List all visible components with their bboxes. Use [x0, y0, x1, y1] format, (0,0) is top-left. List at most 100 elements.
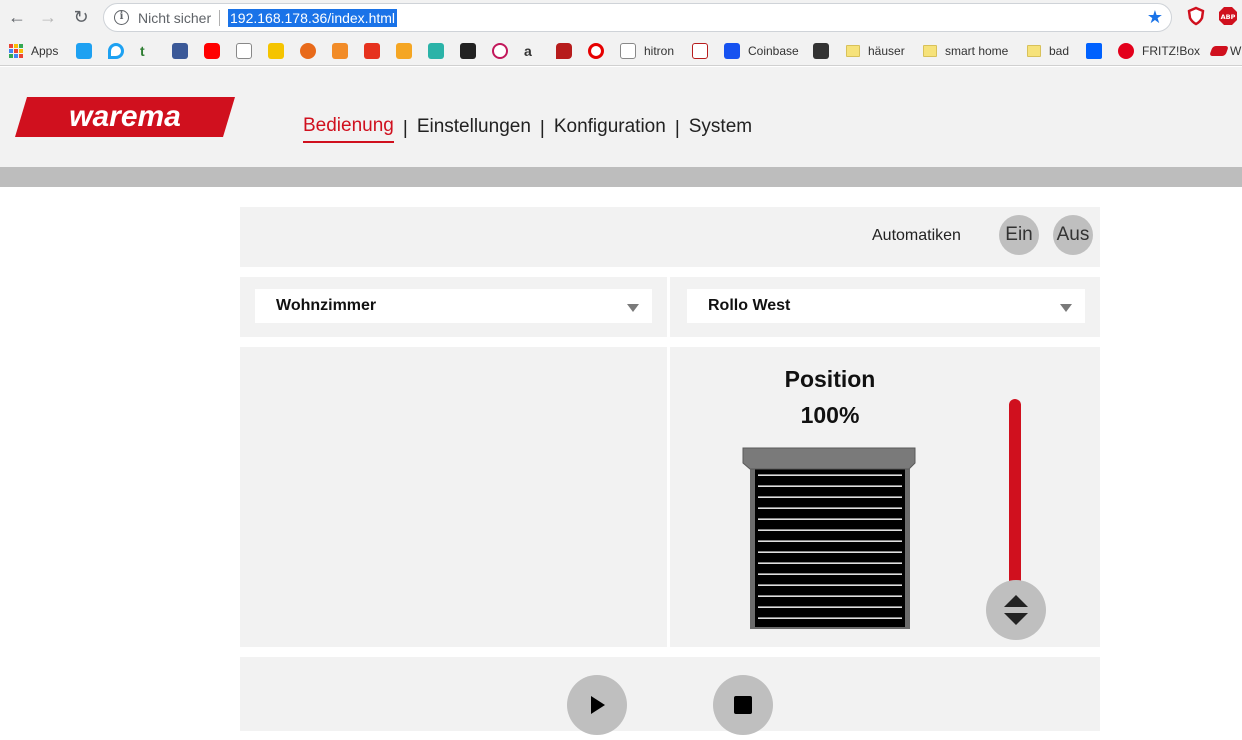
stop-icon [734, 696, 752, 714]
youtube-icon [204, 43, 220, 59]
svg-text:ABP: ABP [1221, 13, 1236, 21]
bookmark-icon-4[interactable] [172, 41, 188, 61]
bookmark-label: W [1230, 44, 1242, 58]
nav-system[interactable]: System [689, 116, 752, 142]
k-circle-icon [492, 43, 508, 59]
left-empty-panel [240, 347, 667, 647]
coinbase-icon [724, 43, 740, 59]
folder-icon [1027, 45, 1041, 57]
bookmark-icon-16[interactable] [556, 41, 572, 61]
automatics-label: Automatiken [872, 227, 961, 244]
bookmark-hitron[interactable]: hitron [620, 41, 674, 61]
main-nav: Bedienung | Einstellungen | Konfiguratio… [303, 115, 752, 143]
bookmark-icon-1[interactable] [76, 41, 92, 61]
automatics-on-button[interactable]: Ein [999, 215, 1039, 255]
info-icon[interactable]: i [114, 10, 129, 25]
shutter-slat-line [758, 529, 902, 531]
shop-icon [460, 43, 476, 59]
adblock-extension-icon[interactable]: ABP [1218, 6, 1238, 26]
page-header: warema Bedienung | Einstellungen | Konfi… [0, 67, 1242, 167]
bookmark-icon-14[interactable] [492, 41, 508, 61]
header-divider [0, 167, 1242, 187]
nav-separator: | [674, 118, 680, 139]
orange-e-icon [332, 43, 348, 59]
bookmark-icon-20[interactable] [1086, 41, 1102, 61]
play-button[interactable] [567, 675, 627, 735]
position-value: 100% [800, 402, 860, 428]
reload-icon[interactable]: ↻ [70, 6, 92, 28]
bookmark-bad[interactable]: bad [1027, 41, 1069, 61]
bookmark-icon-11[interactable] [396, 41, 412, 61]
warema-logo[interactable]: warema [15, 97, 235, 137]
stop-button[interactable] [713, 675, 773, 735]
bookmark-icon-19[interactable] [813, 41, 829, 61]
bookmark-icon-2[interactable] [108, 41, 124, 61]
bookmark-icon-18[interactable] [692, 41, 708, 61]
device-select[interactable]: Rollo West [687, 289, 1085, 323]
position-slider-knob[interactable] [986, 580, 1046, 640]
forward-icon[interactable]: → [37, 6, 59, 28]
vodafone-icon [588, 43, 604, 59]
shutter-slat-line [758, 562, 902, 564]
teal-square-icon [428, 43, 444, 59]
url-text[interactable]: 192.168.178.36/index.html [228, 9, 398, 27]
emoji-icon [300, 43, 316, 59]
shutter-slat-line [758, 496, 902, 498]
nav-separator: | [402, 118, 408, 139]
chevron-down-icon [627, 304, 639, 312]
insecure-label: Nicht sicher [138, 10, 212, 26]
browser-toolbar: ← → ↻ i Nicht sicher 192.168.178.36/inde… [0, 0, 1242, 36]
bookmark-star-icon[interactable]: ★ [1147, 7, 1163, 28]
up-down-arrows-icon [1004, 595, 1028, 625]
automatics-off-button[interactable]: Aus [1053, 215, 1093, 255]
web-de-icon [268, 43, 284, 59]
apps-grid-icon [9, 44, 23, 58]
fritzbox-icon [1118, 43, 1134, 59]
nav-bedienung[interactable]: Bedienung [303, 115, 394, 143]
bookmark-haeuser[interactable]: häuser [846, 41, 905, 61]
bookmark-icon-3[interactable]: t [140, 41, 145, 61]
shutter-slat-line [758, 584, 902, 586]
shutter-slat-line [758, 507, 902, 509]
bookmark-label: FRITZ!Box [1142, 44, 1201, 58]
room-select[interactable]: Wohnzimmer [255, 289, 652, 323]
bookmark-icon-5[interactable] [204, 41, 220, 61]
bookmark-icon-7[interactable] [268, 41, 284, 61]
bookmark-coinbase[interactable]: Coinbase [724, 41, 799, 61]
bookmark-label: Coinbase [748, 44, 799, 58]
bookmark-icon-17[interactable] [588, 41, 604, 61]
bookmark-label: bad [1049, 44, 1070, 58]
bookmark-warema[interactable]: W [1209, 41, 1242, 61]
bookmark-label: Apps [31, 44, 59, 58]
nav-einstellungen[interactable]: Einstellungen [417, 116, 531, 142]
shutter-slat-line [758, 474, 902, 476]
shutter-slat-line [758, 606, 902, 608]
device-select-panel: Rollo West [670, 277, 1100, 337]
bookmark-icon-10[interactable] [364, 41, 380, 61]
bookmark-icon-9[interactable] [332, 41, 348, 61]
play-icon [591, 696, 605, 714]
nav-konfiguration[interactable]: Konfiguration [554, 116, 666, 142]
back-icon[interactable]: ← [6, 6, 28, 28]
page-icon [236, 43, 252, 59]
bookmark-smart-home[interactable]: smart home [923, 41, 1008, 61]
bookmark-icon-13[interactable] [460, 41, 476, 61]
bookmark-icon-15[interactable]: a [524, 41, 532, 61]
shutter-slat-line [758, 551, 902, 553]
bookmark-fritzbox[interactable]: FRITZ!Box [1118, 41, 1200, 61]
bookmark-apps[interactable]: Apps [9, 41, 58, 61]
svg-text:warema: warema [69, 100, 181, 133]
omnibox-separator [219, 10, 220, 26]
position-title: Position [784, 366, 876, 392]
address-bar[interactable]: i Nicht sicher 192.168.178.36/index.html… [103, 3, 1172, 32]
sparkasse-icon [364, 43, 380, 59]
position-panel: Position 100% [670, 347, 1100, 647]
bookmark-icon-8[interactable] [300, 41, 316, 61]
shield-extension-icon[interactable] [1186, 6, 1206, 26]
device-select-value: Rollo West [708, 297, 791, 314]
bookmark-icon-12[interactable] [428, 41, 444, 61]
position-slider-track[interactable] [1009, 399, 1021, 589]
orange-square-icon [396, 43, 412, 59]
bookmark-icon-6[interactable] [236, 41, 252, 61]
shutter-slat-line [758, 485, 902, 487]
